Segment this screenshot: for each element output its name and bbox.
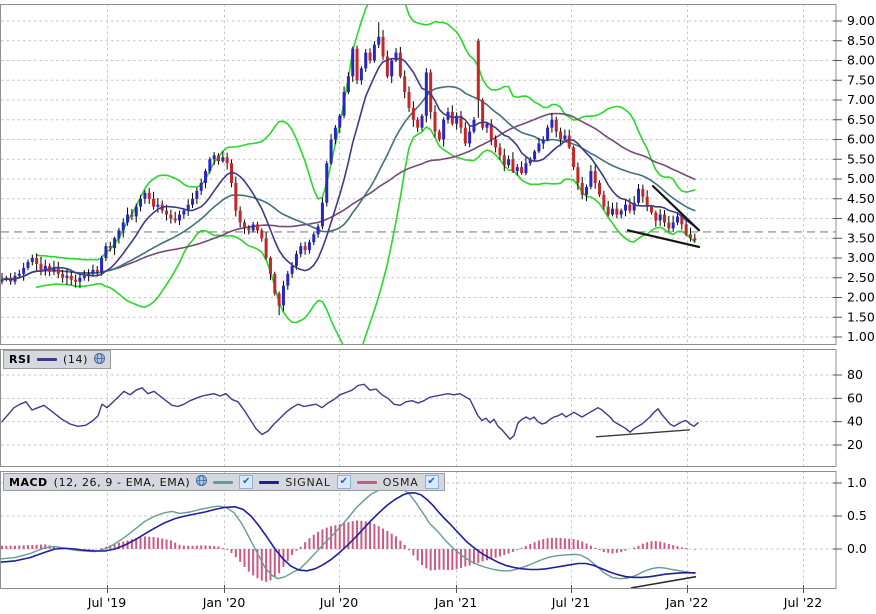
y-axis-label: 2.00 — [847, 290, 875, 305]
y-axis-label: 9.00 — [847, 13, 875, 28]
rsi-param: (14) — [63, 353, 88, 366]
x-axis-label: Jul '20 — [319, 595, 358, 610]
stock-chart-app: 9.00 8.50 8.00 7.50 7.00 6.50 6.00 5.50 5.00 4.50… — [0, 0, 876, 614]
x-axis-label: Jan '22 — [665, 595, 709, 610]
y-axis-label: 60 — [847, 390, 863, 405]
macd-param: (12, 26, 9 - EMA, EMA) — [54, 476, 191, 489]
y-axis-label: 0.0 — [847, 541, 867, 556]
y-axis-label: 1.0 — [847, 475, 867, 490]
rsi-title: RSI — [9, 353, 31, 366]
rsi-line-swatch — [37, 358, 57, 361]
osma-checkbox[interactable]: ✔ — [425, 475, 439, 489]
x-axis-label: Jul '22 — [783, 595, 822, 610]
y-axis-label: 1.50 — [847, 309, 875, 324]
y-axis-label: 5.50 — [847, 151, 875, 166]
x-axis-label: Jul '19 — [87, 595, 126, 610]
macd-line-swatch — [213, 481, 233, 484]
y-axis-label: 40 — [847, 414, 863, 429]
x-axis-label: Jan '20 — [202, 595, 246, 610]
osma-label: OSMA — [383, 476, 419, 489]
x-axis-label: Jan '21 — [434, 595, 478, 610]
y-axis-label: 1.00 — [847, 329, 875, 344]
signal-checkbox[interactable]: ✔ — [337, 475, 351, 489]
y-axis-label: 4.50 — [847, 191, 875, 206]
macd-checkbox[interactable]: ✔ — [239, 475, 253, 489]
rsi-header: RSI (14) — [3, 350, 111, 369]
macd-title: MACD — [9, 476, 48, 489]
macd-header: MACD (12, 26, 9 - EMA, EMA) ✔ SIGNAL ✔ O… — [3, 473, 445, 491]
globe-icon[interactable] — [196, 475, 207, 489]
y-axis-label: 2.50 — [847, 270, 875, 285]
y-axis-label: 3.50 — [847, 230, 875, 245]
chart-canvas: 9.00 8.50 8.00 7.50 7.00 6.50 6.00 5.50 5.00 4.50… — [0, 0, 876, 614]
y-axis-label: 8.50 — [847, 33, 875, 48]
y-axis-label: 6.50 — [847, 112, 875, 127]
signal-line-swatch — [259, 481, 279, 484]
y-axis-label: 0.5 — [847, 508, 867, 523]
osma-swatch — [357, 481, 377, 484]
rsi-plot-area[interactable] — [1, 349, 837, 467]
signal-label: SIGNAL — [285, 476, 330, 489]
y-axis-label: 6.00 — [847, 132, 875, 147]
globe-icon[interactable] — [94, 353, 105, 367]
x-axis-label: Jul '21 — [551, 595, 590, 610]
y-axis-label: 80 — [847, 367, 863, 382]
y-axis-label: 7.00 — [847, 92, 875, 107]
y-axis-label: 5.00 — [847, 171, 875, 186]
y-axis-label: 8.00 — [847, 53, 875, 68]
price-plot-area[interactable] — [1, 4, 837, 345]
y-axis-label: 3.00 — [847, 250, 875, 265]
y-axis-label: 20 — [847, 437, 863, 452]
y-axis-label: 7.50 — [847, 72, 875, 87]
y-axis-label: 4.00 — [847, 211, 875, 226]
